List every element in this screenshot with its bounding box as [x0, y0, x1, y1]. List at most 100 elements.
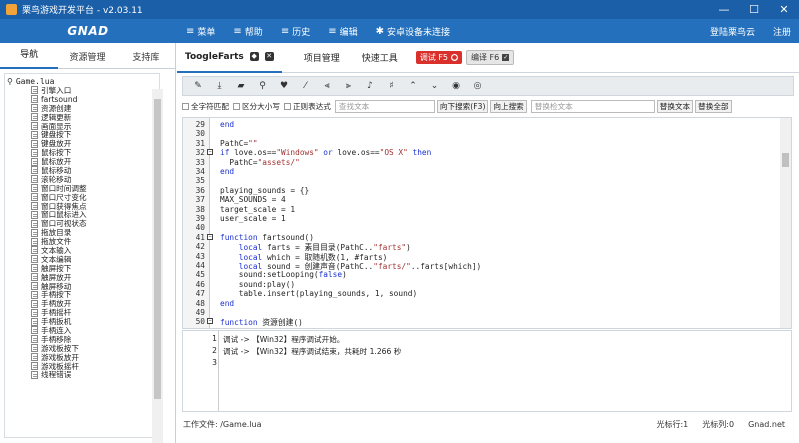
site-link[interactable]: Gnad.net	[748, 420, 785, 429]
search-up-button[interactable]: 向上搜索	[490, 100, 527, 113]
tab-libraries[interactable]: 支持库	[117, 48, 175, 63]
line-number: 42	[195, 242, 205, 252]
fold-icon[interactable]: −	[207, 233, 213, 240]
edit-icon[interactable]: ✎	[189, 78, 207, 94]
bell-icon[interactable]: ♪	[361, 78, 379, 94]
editor-toolbar: ✎ ⤓ ▰ ⚲ ♥ ⁄ ⫷ ⫸ ♪ ♯ ⌃ ⌄ ◉ ◎	[182, 76, 794, 96]
code-line[interactable]: 50− function 资源创建()	[183, 317, 783, 327]
code-text: PathC="assets/"	[220, 157, 300, 167]
checkbox[interactable]	[283, 103, 291, 110]
debug-button[interactable]: 调试 F5 ●	[415, 51, 462, 64]
chevron-down-icon[interactable]: ⌄	[426, 78, 444, 94]
list-icon: ≡	[328, 25, 337, 37]
code-line[interactable]: 37 MAX_SOUNDS = 4	[183, 195, 783, 204]
tab-navigation[interactable]: 导航	[0, 43, 59, 69]
code-line[interactable]: 40	[183, 223, 783, 232]
chevron-up-icon[interactable]: ⌃	[404, 78, 422, 94]
code-line[interactable]: 32− if love.os=="Windows" or love.os=="OS…	[183, 148, 783, 157]
scroll-thumb[interactable]	[782, 153, 789, 167]
tree-item[interactable]: 线程错误	[31, 370, 159, 379]
line-number: 39	[195, 214, 205, 223]
tab-document[interactable]: ToogleFarts ◆ ✕	[177, 43, 282, 73]
code-line[interactable]: 34 end	[183, 167, 783, 176]
menu-item-history[interactable]: ≡ 历史	[281, 25, 310, 38]
tree-scrollbar[interactable]	[152, 89, 163, 443]
code-line[interactable]: 41− function fartsound()	[183, 233, 783, 242]
menu-item-menu[interactable]: ≡ 菜单	[186, 25, 215, 38]
folder-icon[interactable]: ▰	[232, 78, 250, 94]
tab-project[interactable]: 项目管理	[304, 51, 340, 64]
replace-input[interactable]: 替换检文本	[530, 100, 655, 113]
line-number: 33	[195, 157, 205, 167]
tab-resources[interactable]: 资源管理	[58, 48, 116, 63]
search-down-button[interactable]: 向下搜索(F3)	[436, 100, 489, 113]
code-line[interactable]: 47 table.insert(playing_sounds, 1, sound…	[183, 289, 783, 298]
replace-button[interactable]: 替换文本	[656, 100, 694, 113]
code-editor[interactable]: 29 end 30 31 PathC="" 32− if love.os=="Windows…	[182, 117, 792, 329]
console-gutter	[183, 331, 219, 411]
minimize-button[interactable]: —	[709, 0, 739, 19]
code-line[interactable]: 35	[183, 176, 783, 185]
list-icon: ≡	[280, 25, 290, 37]
shield-icon[interactable]: ◆	[249, 52, 259, 61]
scroll-thumb[interactable]	[154, 99, 161, 399]
file-icon	[31, 246, 38, 255]
code-line[interactable]: 48 end	[183, 299, 783, 308]
checkbox[interactable]	[232, 103, 240, 110]
compile-button[interactable]: 编译 F6 ✓	[466, 50, 515, 65]
code-line[interactable]: 44 local sound = 创建声音(PathC.."farts/"..f…	[183, 261, 783, 271]
code-line[interactable]: 39 user_scale = 1	[183, 214, 783, 223]
record-icon: ●	[451, 54, 458, 61]
close-button[interactable]: ✕	[769, 0, 799, 19]
code-line[interactable]: 29 end	[183, 120, 783, 129]
eye-off-icon[interactable]: ◎	[469, 78, 487, 94]
code-line[interactable]: 49	[183, 308, 783, 317]
download-icon[interactable]: ⤓	[211, 78, 229, 94]
menu-item-help[interactable]: ≡ 帮助	[233, 25, 262, 38]
code-text: if love.os=="Windows" or love.os=="OS X"…	[220, 148, 432, 158]
close-tab-icon[interactable]: ✕	[264, 52, 274, 61]
tab-quick-tools[interactable]: 快速工具	[362, 51, 398, 64]
brush-icon[interactable]: ⁄	[297, 78, 315, 94]
option-label: 区分大小写	[241, 102, 280, 111]
title-bar: 栗鸟游戏开发平台 - v2.03.11 — ☐ ✕	[0, 0, 799, 19]
location-icon[interactable]: ⚲	[254, 78, 272, 94]
code-line[interactable]: 42 local farts = 素目目录(PathC.."farts")	[183, 242, 783, 252]
code-line[interactable]: 31 PathC=""	[183, 139, 783, 148]
match-case-option[interactable]: 区分大小写	[232, 101, 280, 112]
code-line[interactable]: 36 playing_sounds = {}	[183, 186, 783, 195]
code-scrollbar[interactable]	[780, 118, 791, 328]
tree-root[interactable]: ⚲ Game.lua	[7, 76, 159, 86]
menu-item-edit[interactable]: ≡ 编辑	[328, 25, 357, 38]
file-icon	[31, 202, 38, 211]
tree-item[interactable]: 引擎入口	[31, 86, 159, 95]
code-line[interactable]: 33 PathC="assets/"	[183, 158, 783, 167]
maximize-button[interactable]: ☐	[739, 0, 769, 19]
checkbox[interactable]	[182, 103, 189, 110]
fold-icon[interactable]: −	[207, 149, 213, 156]
heart-icon[interactable]: ♥	[275, 78, 293, 94]
login-link[interactable]: 登陆栗鸟云	[710, 25, 755, 38]
code-line[interactable]: 45 sound:setLooping(false)	[183, 270, 783, 279]
menu-item-android[interactable]: ✱ 安卓设备未连接	[376, 25, 450, 38]
register-link[interactable]: 注册	[773, 25, 791, 38]
whole-word-option[interactable]: 全字符匹配	[182, 101, 229, 112]
align-left-icon[interactable]: ⫷	[318, 78, 336, 94]
fold-icon[interactable]: −	[207, 318, 213, 325]
eye-icon[interactable]: ◉	[447, 78, 465, 94]
code-line[interactable]: 30	[183, 129, 783, 138]
console-text: 调试 -> 【Win32】程序调试结束，共耗时 1.266 秒	[223, 347, 402, 356]
code-line[interactable]: 46 sound:play()	[183, 280, 783, 289]
search-input[interactable]: 查找文本	[334, 100, 435, 113]
output-console[interactable]: 1 调试 -> 【Win32】程序调试开始。 2 调试 -> 【Win32】程序调试结…	[182, 330, 792, 412]
code-line[interactable]: 38 target_scale = 1	[183, 205, 783, 214]
menu-label: 编辑	[339, 27, 358, 38]
file-icon	[31, 122, 38, 130]
align-right-icon[interactable]: ⫸	[340, 78, 358, 94]
check-icon: ✓	[502, 54, 510, 61]
replace-all-button[interactable]: 替换全部	[695, 100, 732, 113]
file-icon	[31, 326, 38, 335]
bell-off-icon[interactable]: ♯	[383, 78, 401, 94]
code-line[interactable]: 43 local which = 取随机数(1, #farts)	[183, 252, 783, 262]
regex-option[interactable]: 正则表达式	[283, 101, 331, 112]
